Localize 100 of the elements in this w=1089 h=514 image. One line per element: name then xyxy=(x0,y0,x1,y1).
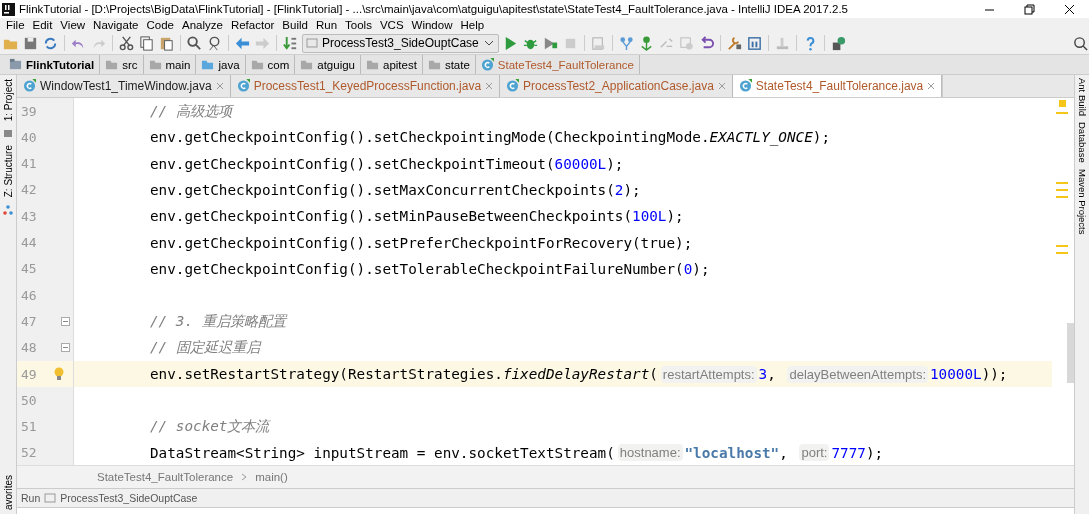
scrollbar-thumb[interactable] xyxy=(1067,322,1074,383)
line-number: 39 xyxy=(21,103,38,119)
chevron-icon xyxy=(241,473,248,482)
line-number: 41 xyxy=(21,156,38,172)
breadcrumb-item[interactable]: StateTest4_FaultTolerance xyxy=(97,471,234,484)
run-config-dropdown[interactable]: ProcessTest3_SideOuptCase xyxy=(302,33,499,53)
code-line: // 3. 重启策略配置 xyxy=(149,311,286,331)
lightbulb-icon[interactable] xyxy=(53,367,65,381)
code-line: env.getCheckpointConfig().setCheckpointTimeout(60000L); xyxy=(149,155,624,172)
menu-item[interactable]: Edit xyxy=(28,19,57,31)
class-icon xyxy=(480,58,494,71)
folder-icon xyxy=(366,58,379,71)
sort-down-icon[interactable] xyxy=(282,34,299,52)
breadcrumb-item[interactable]: main() xyxy=(255,471,288,484)
folder-icon xyxy=(427,58,441,71)
menu-item[interactable]: Navigate xyxy=(89,19,143,31)
run-tab[interactable]: ProcessTest3_SideOuptCase xyxy=(60,492,198,505)
menu-item[interactable]: Help xyxy=(456,19,489,31)
nav-crumb[interactable]: state xyxy=(422,55,476,74)
warning-stripe-mark[interactable] xyxy=(1056,111,1068,114)
menu-item[interactable]: Code xyxy=(142,19,178,31)
folder-icon xyxy=(201,58,215,71)
editor-tab[interactable]: ProcessTest2_ApplicationCase.java xyxy=(500,75,733,97)
nav-crumb[interactable]: main xyxy=(143,55,197,74)
code-line: env.getCheckpointConfig().setTolerableCheckpointFailureNumber(0); xyxy=(149,260,710,277)
line-number: 44 xyxy=(21,235,38,251)
line-number: 43 xyxy=(21,208,38,224)
line-number: 47 xyxy=(21,313,38,329)
warning-stripe-mark[interactable] xyxy=(1056,244,1068,247)
tool-window-tab[interactable]: Database xyxy=(1076,119,1088,166)
wrench-icon[interactable] xyxy=(725,34,743,52)
line-number: 50 xyxy=(21,392,38,408)
editor-tab[interactable]: StateTest4_FaultTolerance.java xyxy=(732,75,943,97)
code-line: DataStream<String> inputStream = env.socketTextStream( hostname: "localhost", port: 7777); xyxy=(149,444,884,462)
run-config-label: ProcessTest3_SideOuptCase xyxy=(322,36,479,50)
editor-tab[interactable]: ProcessTest1_KeyedProcessFunction.java xyxy=(230,75,501,97)
module-icon xyxy=(9,58,22,71)
code-line: env.getCheckpointConfig().setMaxConcurrentCheckpoints(2); xyxy=(149,181,641,198)
line-number: 51 xyxy=(21,419,38,435)
search-icon[interactable] xyxy=(186,34,203,52)
tool-window-tab[interactable]: Ant Build xyxy=(1076,75,1088,120)
menu-item[interactable]: Run xyxy=(311,19,342,31)
cut-icon[interactable] xyxy=(118,34,135,52)
window-title: FlinkTutorial - [D:\Projects\BigData\FlinkTutorial] - [FlinkTutorial] - ...\src\main\java\com\atguigu\apitest\state\StateTest4_FaultTolerance.java - IntelliJ IDEA 2017.2.5 xyxy=(19,3,849,15)
code-line: env.getCheckpointConfig().setCheckpointingMode(CheckpointingMode.EXACTLY_ONCE); xyxy=(149,129,830,146)
menu-item[interactable]: Build xyxy=(278,19,312,31)
class-icon xyxy=(23,79,36,93)
copy-icon[interactable] xyxy=(138,34,155,52)
code-line: // 高级选项 xyxy=(149,101,232,121)
code-line: // 固定延迟重启 xyxy=(149,338,260,358)
nav-crumb[interactable]: atguigu xyxy=(295,55,361,74)
menu-item[interactable]: File xyxy=(2,19,29,31)
line-number: 49 xyxy=(21,366,38,382)
menu-item[interactable]: Tools xyxy=(341,19,376,31)
fold-marker-icon[interactable] xyxy=(61,316,70,326)
class-icon xyxy=(738,79,752,93)
line-number: 45 xyxy=(21,261,38,277)
close-icon[interactable] xyxy=(1063,3,1075,15)
tool-window-tab[interactable]: 1: Project xyxy=(2,75,14,126)
search-icon[interactable] xyxy=(1072,34,1089,52)
editor-tab[interactable]: WindowTest1_TimeWindow.java xyxy=(17,75,231,97)
restore-icon[interactable] xyxy=(1023,3,1035,15)
code-line: env.getCheckpointConfig().setMinPauseBetweenCheckpoints(100L); xyxy=(149,208,684,225)
menu-item[interactable]: VCS xyxy=(375,19,408,31)
nav-crumb[interactable]: apitest xyxy=(361,55,423,74)
folder-icon xyxy=(105,58,119,71)
warning-stripe-mark[interactable] xyxy=(1056,188,1068,191)
line-number: 52 xyxy=(21,445,38,461)
menu-item[interactable]: Refactor xyxy=(226,19,279,31)
project-structure-icon[interactable] xyxy=(745,34,763,52)
nav-crumb[interactable]: src xyxy=(100,55,144,74)
menu-item[interactable]: Analyze xyxy=(177,19,227,31)
code-line: env.getCheckpointConfig().setPreferCheckpointForRecovery(true); xyxy=(149,234,693,251)
menu-item[interactable]: View xyxy=(56,19,90,31)
warning-stripe-mark[interactable] xyxy=(1056,251,1068,254)
warning-stripe-mark[interactable] xyxy=(1056,195,1068,198)
window-icon xyxy=(306,37,318,49)
line-number: 42 xyxy=(21,182,38,198)
line-number: 48 xyxy=(21,340,38,356)
line-number: 46 xyxy=(21,287,38,303)
run-panel-label[interactable]: Run xyxy=(21,492,41,505)
nav-crumb[interactable]: java xyxy=(196,55,246,74)
class-icon xyxy=(506,79,520,93)
tool-window-tab[interactable]: Z: Structure xyxy=(2,141,14,202)
code-line: env.setRestartStrategy(RestartStrategies.fixedDelayRestart( restartAttempts: 3, delayBetweenAttempts: 10000L)); xyxy=(149,365,1008,383)
warning-stripe-mark[interactable] xyxy=(1056,181,1068,184)
folder-icon xyxy=(250,58,264,71)
class-icon xyxy=(236,79,250,93)
window-icon xyxy=(44,492,57,505)
folder-icon xyxy=(300,58,314,71)
nav-crumb[interactable]: FlinkTutorial xyxy=(4,55,101,74)
vcs-update-icon[interactable] xyxy=(617,34,635,52)
menu-item[interactable]: Window xyxy=(407,19,457,31)
tool-window-tab[interactable]: Maven Projects xyxy=(1076,165,1088,238)
fold-marker-icon[interactable] xyxy=(61,343,70,353)
tool-window-tab[interactable]: avorites xyxy=(2,471,14,514)
nav-crumb[interactable]: com xyxy=(245,55,296,74)
code-line: // socket文本流 xyxy=(149,417,270,437)
warning-square-mark[interactable] xyxy=(1059,99,1066,107)
nav-crumb[interactable]: StateTest4_FaultTolerance xyxy=(475,55,640,74)
